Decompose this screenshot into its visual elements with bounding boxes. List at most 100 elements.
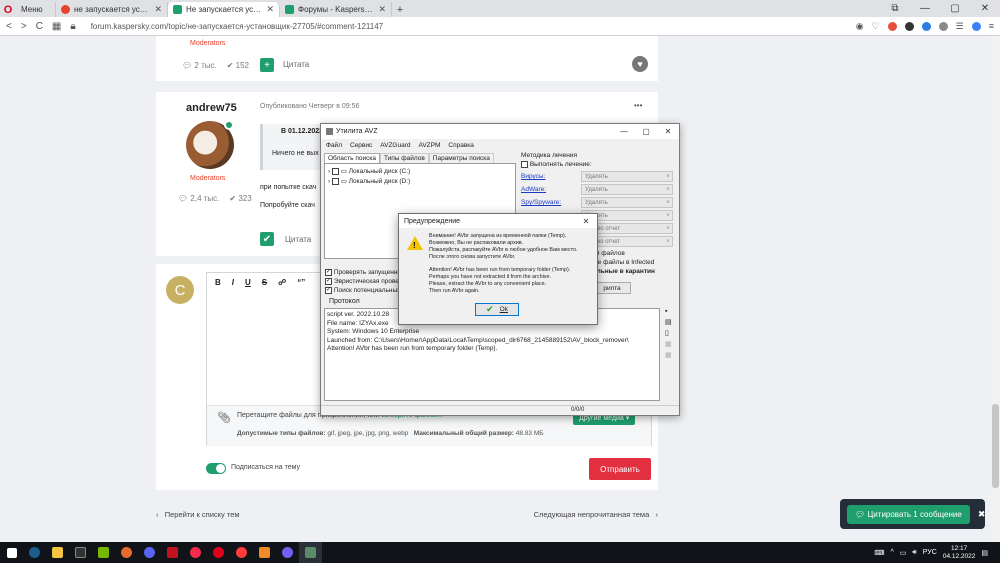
discord-icon[interactable] [138,542,161,563]
tray-arrow-icon[interactable]: ^ [890,549,893,556]
tab-search-icon[interactable]: ⧉ [880,0,910,17]
terminal-icon[interactable] [69,542,92,563]
network-icon[interactable]: ▭ [900,549,907,557]
next-unread-link[interactable]: Следующая непрочитанная тема › [534,510,658,519]
steam-icon[interactable] [23,542,46,563]
scrollbar-thumb[interactable] [992,404,999,488]
send-button[interactable]: Отправить [589,458,651,480]
back-to-topics-link[interactable]: ‹ Перейти к списку тем [156,510,240,519]
grid-icon[interactable]: ▦ [665,351,672,359]
method-name-link[interactable]: Spy/Spyware: [521,199,581,206]
close-button[interactable]: ✕ [575,217,597,226]
close-icon[interactable]: ✕ [154,4,162,15]
menu-service[interactable]: Сервис [350,142,372,149]
drive-item[interactable]: › ▭ Локальный диск (D:) [328,177,512,185]
tab-search-area[interactable]: Область поиска [324,153,380,163]
option-heuristic[interactable]: ✓ Эвристическая провер [325,277,403,286]
dialog-titlebar[interactable]: Предупреждение ✕ [399,214,597,228]
method-action-select[interactable]: Удалять [581,197,673,209]
speed-dial-icon[interactable]: ▦ [52,21,61,32]
italic-button[interactable]: I [232,278,234,287]
perform-treatment-checkbox[interactable]: Выполнять лечение: [521,161,676,168]
doc-icon[interactable]: ▯ [665,329,672,337]
post-options-button[interactable]: ••• [634,101,642,110]
option-check-running[interactable]: ✓ Проверять запущенны [325,268,403,277]
tab-forum-topic[interactable]: Не запускается установщ ✕ [168,2,280,17]
language-indicator[interactable]: РУС [923,549,937,556]
method-action-select[interactable]: Удалять [581,171,673,183]
extension-icon[interactable] [938,21,948,31]
strike-button[interactable]: S [262,278,267,287]
easy-setup-icon[interactable]: ☰ [956,21,964,32]
save-icon[interactable]: ▪ [665,308,672,315]
quote-link[interactable]: Цитата [285,235,311,244]
recorder-icon[interactable] [230,542,253,563]
option-potential[interactable]: ✓ Поиск потенциальных [325,286,403,295]
run-script-button[interactable]: рипта [593,282,631,294]
quote-plus-button[interactable]: + [260,58,274,72]
opera-menu-icon[interactable]: O [0,2,16,17]
maximize-button[interactable]: ▢ [635,127,657,136]
ok-button[interactable]: ✔ Ok [475,303,519,316]
bold-button[interactable]: B [215,278,221,287]
menu-file[interactable]: Файл [326,142,342,149]
viber-icon[interactable] [276,542,299,563]
url-field[interactable]: forum.kaspersky.com/topic/не-запускается… [85,22,847,31]
minimize-button[interactable]: — [613,127,635,136]
method-name-link[interactable]: Вирусы: [521,173,581,180]
copy-icon[interactable]: ▤ [665,318,672,326]
quote-link[interactable]: Цитата [283,60,309,69]
quote-button[interactable]: “” [297,278,305,287]
notifications-icon[interactable]: ▤ [981,549,988,557]
app-icon[interactable] [115,542,138,563]
method-name-link[interactable]: AdWare: [521,186,581,193]
avz-titlebar[interactable]: Утилита AVZ — ▢ ✕ [321,124,679,139]
drive-checkbox[interactable] [331,167,339,175]
extension-icon[interactable] [904,21,914,31]
menu-icon[interactable]: ≡ [989,21,994,31]
forward-icon[interactable]: > [21,21,27,32]
tab-search-params[interactable]: Параметры поиска [428,153,494,163]
drive-checkbox[interactable] [331,177,339,185]
tab-file-types[interactable]: Типы файлов [379,153,429,163]
tab-yandex-search[interactable]: не запускается установщ ✕ [56,2,168,17]
avz-taskbar-icon[interactable] [299,542,322,563]
msi-icon[interactable] [161,542,184,563]
profile-icon[interactable] [971,21,981,31]
opera-gx-icon[interactable] [184,542,207,563]
new-tab-button[interactable]: + [392,2,408,17]
nvidia-icon[interactable] [92,542,115,563]
reload-icon[interactable]: C [36,21,43,32]
camera-icon[interactable]: ◉ [856,21,864,32]
drive-item[interactable]: › ▭ Локальный диск (C:) [328,167,512,175]
grid-icon[interactable]: ▦ [665,340,672,348]
menu-avzguard[interactable]: AVZGuard [380,142,410,149]
app-icon[interactable] [253,542,276,563]
method-action-select[interactable]: Удалять [581,184,673,196]
underline-button[interactable]: U [245,278,251,287]
extension-icon[interactable] [921,21,931,31]
close-window-button[interactable]: ✕ [970,0,1000,17]
author-name[interactable]: andrew75 [186,102,237,114]
close-icon[interactable]: ✖ [978,509,986,520]
quote-check-button[interactable]: ✔ [260,232,274,246]
file-explorer-icon[interactable] [46,542,69,563]
clock[interactable]: 12:17 04.12.2022 [943,545,976,561]
quote-selected-button[interactable]: 💬︎ Цитировать 1 сообщение [847,504,970,524]
react-heart-icon[interactable]: ♥ [632,56,648,72]
close-icon[interactable]: ✕ [378,4,386,15]
menu-help[interactable]: Справка [448,142,474,149]
close-icon[interactable]: ✕ [266,4,274,15]
link-button[interactable]: ☍ [278,278,286,287]
opera-icon[interactable] [207,542,230,563]
tab-kaspersky-forums[interactable]: Форумы - Kaspersky Supp ✕ [280,2,392,17]
close-button[interactable]: ✕ [657,127,679,136]
start-button[interactable] [0,542,23,563]
menu-avzpm[interactable]: AVZPM [418,142,440,149]
tab-menu[interactable]: Меню [16,2,56,17]
volume-icon[interactable]: 🔊︎ [912,549,916,557]
maximize-button[interactable]: ▢ [940,0,970,17]
extension-icon[interactable] [887,21,897,31]
back-icon[interactable]: < [6,21,12,32]
bookmark-icon[interactable]: ♡ [872,21,880,32]
